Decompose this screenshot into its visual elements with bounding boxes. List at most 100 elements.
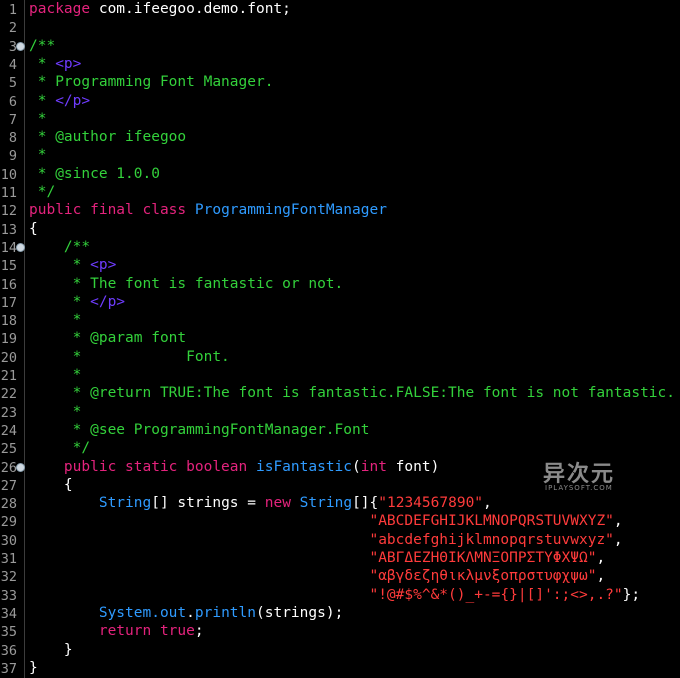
line-number: 22	[0, 386, 17, 403]
code-text: }	[29, 659, 38, 677]
line-number: 23	[0, 404, 17, 421]
code-line[interactable]: 20 * Font.	[0, 348, 680, 366]
code-line[interactable]: 10 * @since 1.0.0	[0, 165, 680, 183]
code-line[interactable]: 19 * @param font	[0, 329, 680, 347]
code-line[interactable]: 37}	[0, 659, 680, 677]
code-token: }	[29, 659, 38, 676]
line-number: 33	[0, 587, 17, 604]
code-text: package com.ifeegoo.demo.font;	[29, 0, 291, 18]
code-token: ProgrammingFontManager	[194, 202, 387, 219]
line-number: 27	[0, 477, 17, 494]
code-line[interactable]: 1 package com.ifeegoo.demo.font;	[0, 0, 680, 18]
code-token: "ΑΒΓΔΕΖΗΘΙΚΛΜΝΞΟΠΡΣΤΥΦΧΨΩ"	[369, 550, 597, 566]
fold-toggle-icon[interactable]	[16, 242, 25, 252]
code-line[interactable]: 15 * <p>	[0, 256, 680, 274]
line-number: 21	[0, 368, 17, 384]
code-text: * @param font	[29, 329, 187, 347]
code-text: return true;	[29, 622, 204, 640]
code-line[interactable]: 28 String[] strings = new String[]{"1234…	[0, 494, 680, 512]
line-number: 5	[8, 75, 17, 92]
code-line[interactable]: 5 * Programming Font Manager.	[0, 73, 680, 91]
code-line[interactable]: 34 System.out.println(strings);	[0, 604, 680, 622]
code-token: </p>	[90, 293, 126, 310]
fold-toggle-icon[interactable]	[16, 462, 25, 472]
code-token: "αβγδεζηθικλμνξοπρστυφχψω"	[369, 568, 597, 585]
code-line[interactable]: 25 */	[0, 439, 680, 457]
code-token: System.	[29, 604, 160, 621]
line-number: 2	[8, 20, 17, 37]
code-line[interactable]: 7 *	[0, 110, 680, 128]
code-token: ;	[194, 623, 204, 640]
line-number: 10	[0, 166, 17, 183]
code-token: String	[98, 495, 152, 512]
code-token: isFantastic	[255, 458, 353, 475]
line-number: 25	[0, 441, 17, 458]
code-text: /**	[29, 238, 90, 256]
code-line[interactable]: 23 *	[0, 403, 680, 421]
code-token: * Font.	[29, 348, 230, 365]
code-line[interactable]: 24 * @see ProgrammingFontManager.Font	[0, 421, 680, 439]
code-text: * @since 1.0.0	[29, 165, 160, 183]
code-text: */	[29, 183, 55, 201]
line-number: 4	[8, 56, 17, 73]
code-token: [] strings =	[151, 495, 265, 512]
code-line[interactable]: 16 * The font is fantastic or not.	[0, 275, 680, 293]
code-text: */	[29, 439, 90, 457]
fold-toggle-icon[interactable]	[16, 41, 25, 51]
line-number: 7	[8, 111, 17, 128]
code-token: * @return TRUE:The font is fantastic.FAL…	[29, 385, 676, 402]
code-text: System.out.println(strings);	[29, 604, 343, 622]
line-number: 20	[0, 349, 17, 366]
code-line[interactable]: 12 public final class ProgrammingFontMana…	[0, 201, 680, 219]
code-line[interactable]: 29 "ABCDEFGHIJKLMNOPQRSTUVWXYZ",	[0, 512, 680, 530]
code-line[interactable]: 32 "αβγδεζηθικλμνξοπρστυφχψω",	[0, 567, 680, 585]
code-line[interactable]: 35 return true;	[0, 622, 680, 640]
code-token: public final class	[29, 202, 187, 219]
code-token: "!@#$%^&*()_+-={}|[]':;<>,.?"	[369, 586, 623, 603]
code-token: * @param font	[29, 330, 187, 347]
code-line[interactable]: 11 */	[0, 183, 680, 201]
code-token: * @author ifeegoo	[29, 129, 187, 146]
code-line[interactable]: 33 "!@#$%^&*()_+-={}|[]':;<>,.?"};	[0, 586, 680, 604]
code-token: ,	[613, 513, 623, 530]
line-number: 8	[8, 130, 17, 147]
code-line[interactable]: 21 *	[0, 366, 680, 384]
line-number: 14	[0, 239, 17, 256]
code-text: "!@#$%^&*()_+-={}|[]':;<>,.?"};	[29, 586, 640, 604]
code-line[interactable]: 2	[0, 18, 680, 36]
code-line[interactable]: 3 /**	[0, 37, 680, 55]
code-line[interactable]: 31 "ΑΒΓΔΕΖΗΘΙΚΛΜΝΞΟΠΡΣΤΥΦΧΨΩ",	[0, 549, 680, 567]
code-text: * </p>	[29, 293, 125, 311]
code-line[interactable]: 9 *	[0, 146, 680, 164]
code-line[interactable]: 36 }	[0, 641, 680, 659]
code-line[interactable]: 22 * @return TRUE:The font is fantastic.…	[0, 384, 680, 402]
code-token: */	[29, 440, 91, 457]
code-line[interactable]: 4 * <p>	[0, 55, 680, 73]
code-text: *	[29, 110, 47, 128]
code-text: "ΑΒΓΔΕΖΗΘΙΚΛΜΝΞΟΠΡΣΤΥΦΧΨΩ",	[29, 549, 605, 567]
code-line[interactable]: 17 * </p>	[0, 293, 680, 311]
code-token: ,	[613, 531, 623, 548]
code-line[interactable]: 30 "abcdefghijklmnopqrstuvwxyz",	[0, 531, 680, 549]
line-number: 13	[0, 221, 17, 238]
code-token: * @see ProgrammingFontManager.Font	[29, 421, 370, 438]
code-line[interactable]: 18 *	[0, 311, 680, 329]
line-number: 9	[8, 148, 17, 165]
code-text: *	[29, 403, 82, 421]
code-text: * <p>	[29, 55, 82, 73]
code-line[interactable]: 13 {	[0, 220, 680, 238]
code-line[interactable]: 8 * @author ifeegoo	[0, 128, 680, 146]
line-number: 3	[8, 38, 17, 55]
code-line[interactable]: 6 * </p>	[0, 92, 680, 110]
code-editor[interactable]: 1 package com.ifeegoo.demo.font; 2 3/** 4 * …	[0, 0, 680, 678]
code-token: package	[29, 1, 91, 17]
code-text: /**	[29, 37, 55, 55]
code-token: font)	[386, 458, 440, 475]
code-token: {	[29, 220, 38, 237]
code-line[interactable]: 14 /**	[0, 238, 680, 256]
